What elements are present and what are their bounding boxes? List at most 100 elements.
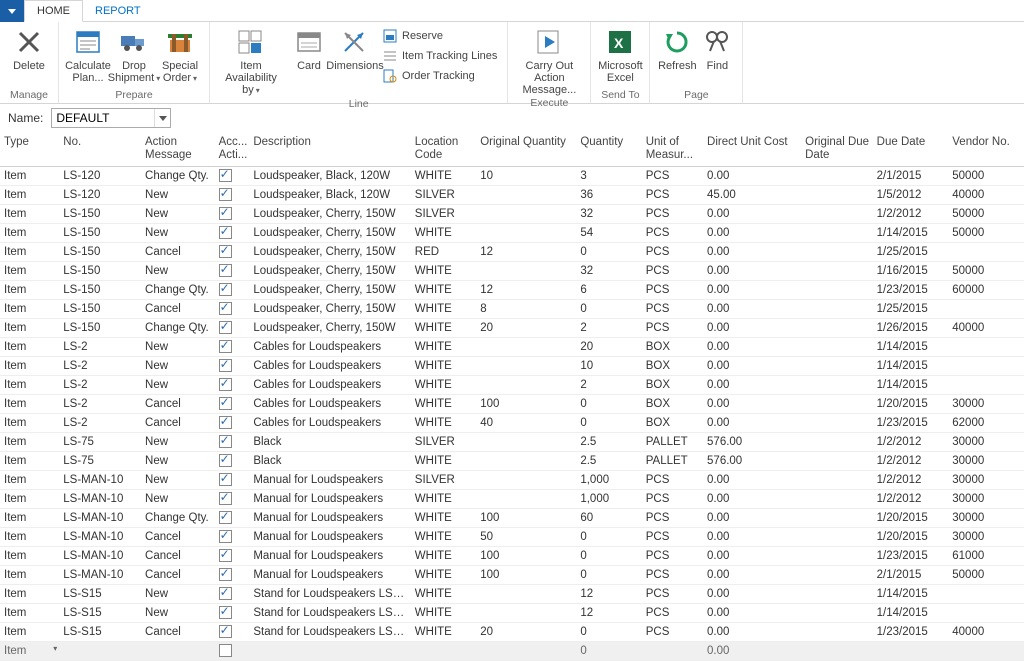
cell-uom[interactable]: PALLET [642,451,703,470]
cell-desc[interactable]: Cables for Loudspeakers [249,356,410,375]
cell-accept[interactable] [215,394,250,413]
cell-qty[interactable]: 1,000 [576,470,641,489]
checkbox-icon[interactable] [219,340,232,353]
table-row[interactable]: ItemLS-S15NewStand for Loudspeakers LS-1… [0,603,1024,622]
cell-odate[interactable] [801,546,873,565]
cell-odate[interactable] [801,166,873,185]
cell-accept[interactable] [215,261,250,280]
cell-oqty[interactable]: 40 [476,413,576,432]
cell-uom[interactable]: PCS [642,185,703,204]
chevron-down-icon[interactable]: ▾ [53,644,57,653]
cell-loc[interactable]: WHITE [411,356,476,375]
cell-vend[interactable]: 40000 [948,622,1024,641]
checkbox-icon[interactable] [219,511,232,524]
cell-cost[interactable]: 0.00 [703,603,801,622]
cell-accept[interactable] [215,185,250,204]
cell-vend[interactable]: 40000 [948,185,1024,204]
cell-desc[interactable]: Loudspeaker, Cherry, 150W [249,204,410,223]
cell-qty[interactable]: 0 [576,622,641,641]
cell-loc[interactable]: RED [411,242,476,261]
tab-report[interactable]: REPORT [83,0,153,21]
col-action-message[interactable]: ActionMessage [141,132,215,166]
cell-desc[interactable]: Loudspeaker, Cherry, 150W [249,223,410,242]
cell-cost[interactable]: 0.00 [703,261,801,280]
cell-oqty[interactable] [476,204,576,223]
delete-button[interactable]: Delete [6,24,52,88]
checkbox-icon[interactable] [219,245,232,258]
cell-qty[interactable]: 6 [576,280,641,299]
cell-action[interactable]: New [141,375,215,394]
cell-oqty[interactable] [476,337,576,356]
cell-due[interactable]: 1/2/2012 [873,470,949,489]
cell-accept[interactable] [215,470,250,489]
cell-due[interactable]: 1/14/2015 [873,356,949,375]
cell-loc[interactable]: SILVER [411,185,476,204]
cell-cost[interactable]: 0.00 [703,280,801,299]
checkbox-icon[interactable] [219,568,232,581]
cell-loc[interactable]: WHITE [411,489,476,508]
cell-uom[interactable]: PCS [642,565,703,584]
cell-desc[interactable]: Black [249,432,410,451]
cell-uom[interactable]: PCS [642,166,703,185]
cell-type[interactable]: Item [0,337,59,356]
cell-action[interactable]: Cancel [141,565,215,584]
cell-accept[interactable] [215,432,250,451]
cell-qty[interactable]: 0 [576,413,641,432]
cell-uom[interactable]: PCS [642,318,703,337]
checkbox-icon[interactable] [219,397,232,410]
cell-oqty[interactable] [476,584,576,603]
cell-accept[interactable] [215,622,250,641]
cell-qty[interactable]: 12 [576,584,641,603]
table-row[interactable]: ItemLS-2NewCables for LoudspeakersWHITE1… [0,356,1024,375]
cell-qty[interactable]: 0 [576,299,641,318]
cell-desc[interactable]: Loudspeaker, Cherry, 150W [249,242,410,261]
cell-no[interactable]: LS-S15 [59,584,141,603]
table-row[interactable]: ItemLS-2CancelCables for LoudspeakersWHI… [0,413,1024,432]
checkbox-icon[interactable] [219,302,232,315]
cell-due[interactable]: 1/14/2015 [873,375,949,394]
calculate-plan-button[interactable]: CalculatePlan... [65,24,111,88]
cell-oqty[interactable]: 100 [476,508,576,527]
order-tracking-button[interactable]: Order Tracking [378,66,501,86]
cell-odate[interactable] [801,451,873,470]
table-row[interactable]: ItemLS-150NewLoudspeaker, Cherry, 150WWH… [0,223,1024,242]
cell-accept[interactable] [215,375,250,394]
col-vendor[interactable]: Vendor No. [948,132,1024,166]
cell-due[interactable]: 1/2/2012 [873,489,949,508]
cell-type[interactable]: Item▾ [0,641,59,660]
cell-uom[interactable]: PCS [642,280,703,299]
cell-no[interactable]: LS-150 [59,261,141,280]
cell-action[interactable]: New [141,185,215,204]
cell-action[interactable]: New [141,470,215,489]
cell-type[interactable]: Item [0,242,59,261]
cell-uom[interactable]: PCS [642,489,703,508]
checkbox-icon[interactable] [219,606,232,619]
checkbox-icon[interactable] [219,492,232,505]
cell-vend[interactable]: 50000 [948,166,1024,185]
cell-loc[interactable]: WHITE [411,622,476,641]
table-row[interactable]: ItemLS-75NewBlackWHITE2.5PALLET576.001/2… [0,451,1024,470]
cell-vend[interactable]: 30000 [948,470,1024,489]
cell-action[interactable]: New [141,584,215,603]
cell-due[interactable]: 1/2/2012 [873,451,949,470]
cell-desc[interactable]: Cables for Loudspeakers [249,413,410,432]
cell-odate[interactable] [801,204,873,223]
cell-accept[interactable] [215,413,250,432]
cell-cost[interactable]: 0.00 [703,223,801,242]
checkbox-icon[interactable] [219,226,232,239]
cell-no[interactable]: LS-2 [59,413,141,432]
cell-due[interactable]: 1/14/2015 [873,584,949,603]
cell-oqty[interactable]: 100 [476,546,576,565]
cell-no[interactable]: LS-2 [59,375,141,394]
cell-cost[interactable]: 0.00 [703,375,801,394]
checkbox-icon[interactable] [219,549,232,562]
cell-due[interactable]: 1/5/2012 [873,185,949,204]
cell-desc[interactable]: Loudspeaker, Cherry, 150W [249,318,410,337]
checkbox-icon[interactable] [219,359,232,372]
cell-vend[interactable]: 61000 [948,546,1024,565]
cell-action[interactable]: New [141,356,215,375]
cell-uom[interactable]: PCS [642,508,703,527]
checkbox-icon[interactable] [219,207,232,220]
cell-qty[interactable]: 0 [576,565,641,584]
cell-cost[interactable]: 0.00 [703,508,801,527]
